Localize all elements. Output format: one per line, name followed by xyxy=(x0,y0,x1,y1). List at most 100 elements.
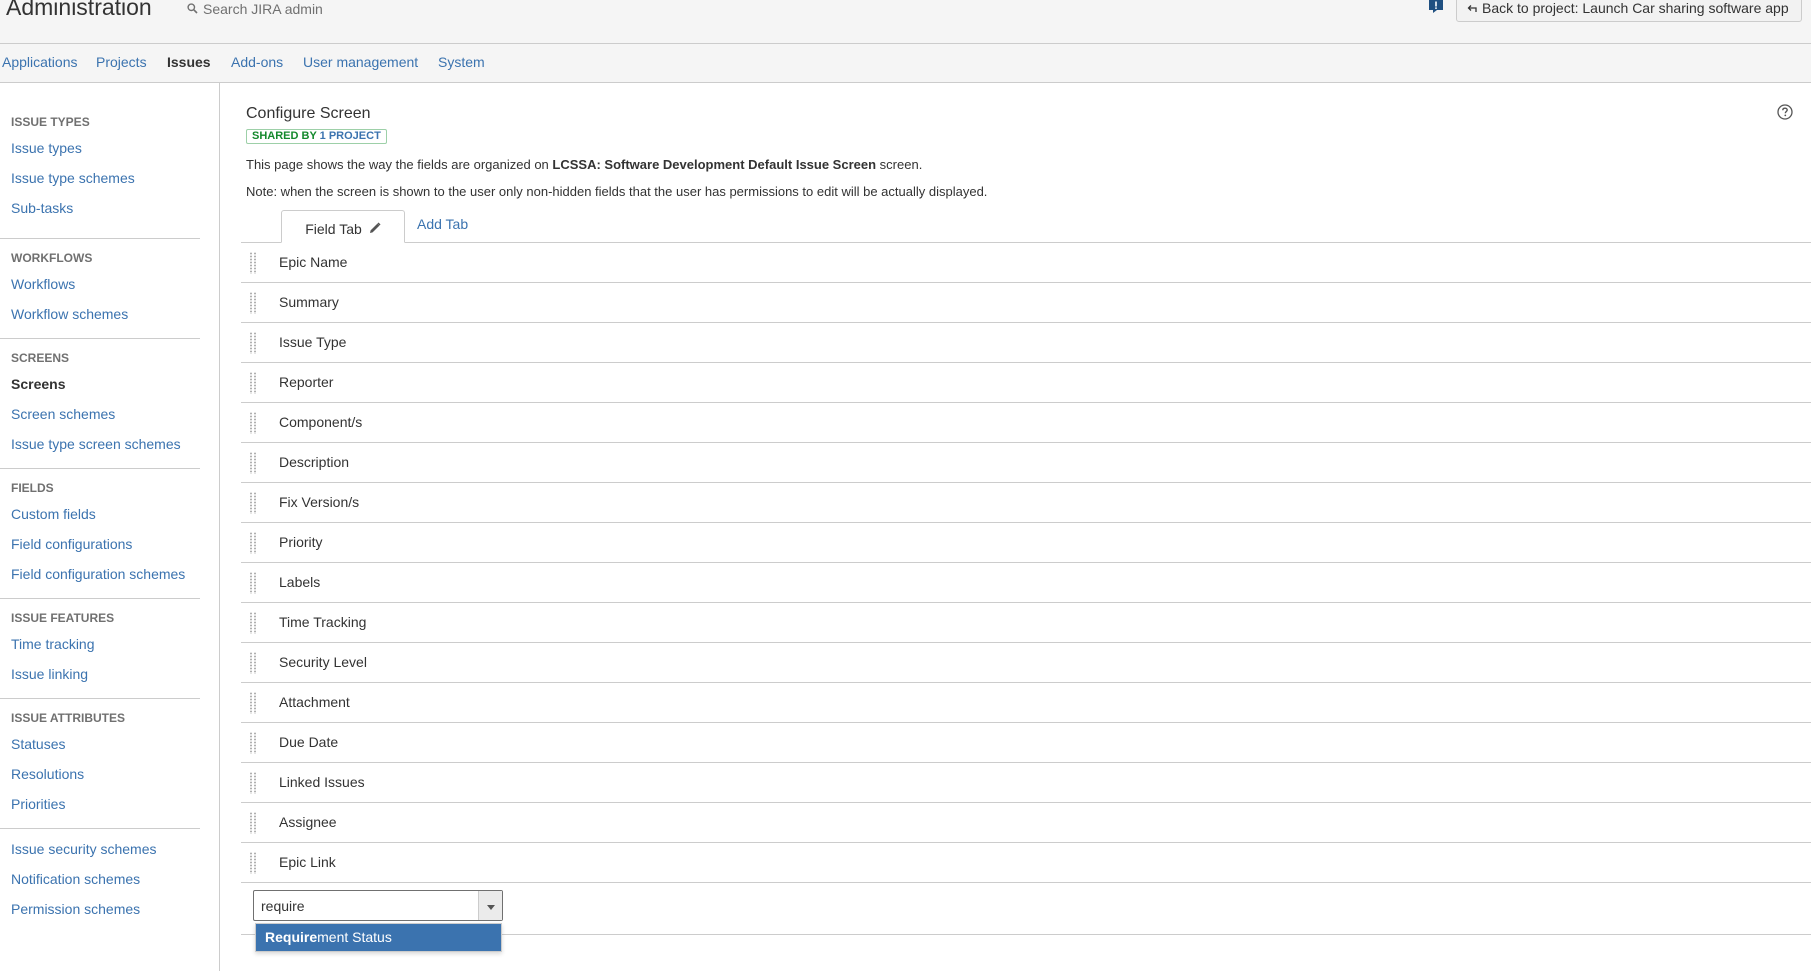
sidebar-section-issue-types: ISSUE TYPES Issue types Issue type schem… xyxy=(0,106,200,231)
sidebar-item-field-configuration-schemes[interactable]: Field configuration schemes xyxy=(11,566,185,582)
sidebar-item-notification-schemes[interactable]: Notification schemes xyxy=(11,871,140,887)
drag-handle-icon[interactable] xyxy=(249,412,257,434)
sidebar-item-issue-security-schemes[interactable]: Issue security schemes xyxy=(11,841,157,857)
field-name: Priority xyxy=(279,534,323,550)
permissions-note: Note: when the screen is shown to the us… xyxy=(246,184,988,199)
sidebar-item-priorities[interactable]: Priorities xyxy=(11,796,65,812)
drag-handle-icon[interactable] xyxy=(249,652,257,674)
sidebar-item-workflow-schemes[interactable]: Workflow schemes xyxy=(11,306,128,322)
field-row[interactable]: Security Level xyxy=(241,643,1811,683)
field-row[interactable]: Linked Issues xyxy=(241,763,1811,803)
field-name: Issue Type xyxy=(279,334,347,350)
admin-search-input[interactable] xyxy=(203,0,403,17)
shared-badge-project-count[interactable]: 1 PROJECT xyxy=(320,130,381,142)
drag-handle-icon[interactable] xyxy=(249,572,257,594)
chevron-down-icon xyxy=(486,897,495,915)
sidebar-item-sub-tasks[interactable]: Sub-tasks xyxy=(11,200,73,216)
suggestion-rest: ment Status xyxy=(317,929,392,945)
drag-handle-icon[interactable] xyxy=(249,252,257,274)
field-name: Due Date xyxy=(279,734,339,750)
search-icon xyxy=(187,3,198,14)
sidebar-item-field-configurations[interactable]: Field configurations xyxy=(11,536,132,552)
back-to-project-button[interactable]: Back to project: Launch Car sharing soft… xyxy=(1456,0,1802,22)
field-name: Linked Issues xyxy=(279,774,365,790)
field-name: Reporter xyxy=(279,374,334,390)
field-name: Fix Version/s xyxy=(279,494,360,510)
sidebar-item-statuses[interactable]: Statuses xyxy=(11,736,65,752)
admin-top-nav: Applications Projects Issues Add-ons Use… xyxy=(0,44,1811,83)
sidebar-item-resolutions[interactable]: Resolutions xyxy=(11,766,84,782)
shared-by-project-badge[interactable]: SHARED BY 1 PROJECT xyxy=(246,129,387,144)
field-name: Assignee xyxy=(279,814,337,830)
drag-handle-icon[interactable] xyxy=(249,812,257,834)
sidebar-section-issue-features: ISSUE FEATURES Time tracking Issue linki… xyxy=(0,598,200,698)
field-name: Summary xyxy=(279,294,339,310)
tab-field-tab[interactable]: Field Tab xyxy=(281,210,405,243)
nav-applications[interactable]: Applications xyxy=(2,54,78,70)
drag-handle-icon[interactable] xyxy=(249,612,257,634)
add-tab-link[interactable]: Add Tab xyxy=(417,216,468,232)
nav-add-ons[interactable]: Add-ons xyxy=(231,54,283,70)
nav-system[interactable]: System xyxy=(438,54,485,70)
help-icon[interactable] xyxy=(1777,104,1793,125)
sidebar-item-time-tracking[interactable]: Time tracking xyxy=(11,636,95,652)
drag-handle-icon[interactable] xyxy=(249,532,257,554)
page-description: This page shows the way the fields are o… xyxy=(246,157,922,172)
nav-projects[interactable]: Projects xyxy=(96,54,147,70)
field-name: Labels xyxy=(279,574,321,590)
drag-handle-icon[interactable] xyxy=(249,772,257,794)
back-arrow-icon xyxy=(1467,0,1477,16)
field-row[interactable]: Epic Link xyxy=(241,843,1811,883)
drag-handle-icon[interactable] xyxy=(249,492,257,514)
drag-handle-icon[interactable] xyxy=(249,732,257,754)
screen-field-list: Epic Name Summary Issue Type Reporter Co… xyxy=(241,243,1811,883)
sidebar-item-issue-types[interactable]: Issue types xyxy=(11,140,82,156)
back-button-label: Back to project: Launch Car sharing soft… xyxy=(1482,0,1789,16)
sidebar-item-custom-fields[interactable]: Custom fields xyxy=(11,506,96,522)
field-row[interactable]: Fix Version/s xyxy=(241,483,1811,523)
dropdown-toggle[interactable] xyxy=(478,891,502,920)
drag-handle-icon[interactable] xyxy=(249,332,257,354)
sidebar-item-permission-schemes[interactable]: Permission schemes xyxy=(11,901,140,917)
field-row[interactable]: Description xyxy=(241,443,1811,483)
sidebar-item-issue-linking[interactable]: Issue linking xyxy=(11,666,88,682)
suggestion-item[interactable]: Requirement Status xyxy=(256,924,501,951)
add-field-combobox[interactable] xyxy=(253,890,503,921)
add-field-input[interactable] xyxy=(254,891,476,920)
pencil-icon[interactable] xyxy=(369,221,381,237)
drag-handle-icon[interactable] xyxy=(249,372,257,394)
field-row[interactable]: Attachment xyxy=(241,683,1811,723)
field-row[interactable]: Epic Name xyxy=(241,243,1811,283)
sidebar-item-screen-schemes[interactable]: Screen schemes xyxy=(11,406,115,422)
field-row[interactable]: Assignee xyxy=(241,803,1811,843)
field-row[interactable]: Time Tracking xyxy=(241,603,1811,643)
field-row[interactable]: Labels xyxy=(241,563,1811,603)
nav-issues[interactable]: Issues xyxy=(167,54,211,70)
sidebar-item-issue-type-schemes[interactable]: Issue type schemes xyxy=(11,170,135,186)
admin-sidebar: ISSUE TYPES Issue types Issue type schem… xyxy=(0,83,220,971)
drag-handle-icon[interactable] xyxy=(249,452,257,474)
field-name: Description xyxy=(279,454,350,470)
sidebar-heading: SCREENS xyxy=(11,351,70,365)
field-name: Epic Name xyxy=(279,254,348,270)
drag-handle-icon[interactable] xyxy=(249,292,257,314)
field-row[interactable]: Reporter xyxy=(241,363,1811,403)
drag-handle-icon[interactable] xyxy=(249,692,257,714)
nav-user-management[interactable]: User management xyxy=(303,54,418,70)
sidebar-item-workflows[interactable]: Workflows xyxy=(11,276,75,292)
sidebar-section-fields: FIELDS Custom fields Field configuration… xyxy=(0,468,200,598)
field-row[interactable]: Due Date xyxy=(241,723,1811,763)
description-prefix: This page shows the way the fields are o… xyxy=(246,157,553,172)
page-title: Configure Screen xyxy=(246,105,371,122)
sidebar-heading: ISSUE TYPES xyxy=(11,115,90,129)
drag-handle-icon[interactable] xyxy=(249,852,257,874)
main-content: Configure Screen SHARED BY 1 PROJECT Thi… xyxy=(221,83,1811,971)
sidebar-item-issue-type-screen-schemes[interactable]: Issue type screen schemes xyxy=(11,436,181,452)
field-row[interactable]: Component/s xyxy=(241,403,1811,443)
field-row[interactable]: Summary xyxy=(241,283,1811,323)
feedback-icon[interactable] xyxy=(1428,0,1444,14)
sidebar-item-screens[interactable]: Screens xyxy=(11,376,65,392)
admin-search[interactable] xyxy=(187,0,403,17)
field-row[interactable]: Priority xyxy=(241,523,1811,563)
field-row[interactable]: Issue Type xyxy=(241,323,1811,363)
